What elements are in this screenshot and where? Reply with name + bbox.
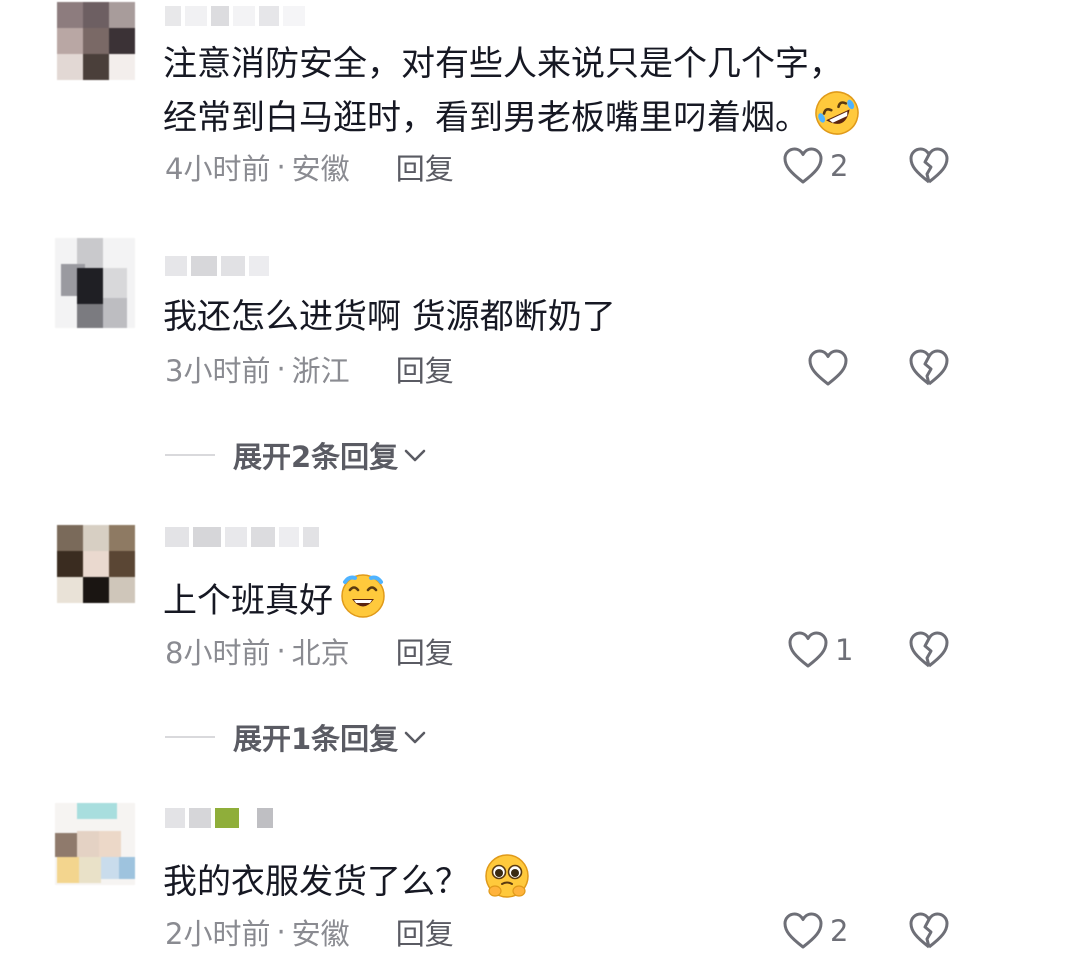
- expand-divider: [165, 454, 215, 456]
- comment-location: 浙江: [291, 354, 350, 388]
- reply-button[interactable]: 回复: [396, 911, 454, 953]
- comment-meta: 3小时前 · 浙江 回复: [165, 348, 454, 390]
- heart-outline-icon: [783, 147, 823, 184]
- dislike-button[interactable]: [908, 146, 950, 190]
- broken-heart-icon: [909, 631, 949, 668]
- comment-meta: 4小时前 · 安徽 回复: [165, 146, 454, 188]
- comment-location: 安徽: [291, 152, 350, 186]
- username-redacted[interactable]: [165, 808, 273, 828]
- comment-text-line: 我还怎么进货啊 货源都断奶了: [163, 297, 616, 337]
- comment-location: 北京: [291, 636, 350, 670]
- chevron-down-icon: [404, 449, 426, 462]
- avatar[interactable]: [55, 803, 135, 885]
- reply-button[interactable]: 回复: [396, 348, 454, 390]
- like-button[interactable]: 2: [782, 911, 848, 951]
- broken-heart-icon: [909, 147, 949, 184]
- username-redacted[interactable]: [165, 6, 305, 26]
- reply-button[interactable]: 回复: [396, 146, 454, 188]
- pleading-emoji-icon: [483, 851, 531, 915]
- like-button[interactable]: 1: [787, 630, 853, 670]
- expand-replies-label: 展开1条回复: [233, 722, 399, 756]
- avatar[interactable]: [55, 238, 135, 328]
- comment-text-line: 上个班真好: [163, 568, 389, 634]
- expand-replies-button[interactable]: 展开1条回复: [165, 716, 428, 758]
- comment-text-line: 注意消防安全，对有些人来说只是个几个字，: [163, 44, 843, 84]
- heart-outline-icon: [808, 349, 848, 386]
- comment-time: 8小时前: [165, 636, 271, 670]
- comment-time: 2小时前: [165, 917, 271, 951]
- like-button[interactable]: [807, 348, 855, 388]
- expand-divider: [165, 736, 215, 738]
- meta-separator: ·: [276, 915, 286, 949]
- expand-replies-button[interactable]: 展开2条回复: [165, 434, 428, 476]
- comment-text: 上个班真好: [163, 568, 389, 634]
- like-count: 2: [830, 914, 849, 948]
- avatar[interactable]: [57, 2, 135, 80]
- avatar[interactable]: [57, 525, 135, 603]
- crying-laugh-emoji-icon: [337, 568, 389, 634]
- comment-meta: 8小时前 · 北京 回复: [165, 630, 454, 672]
- comment-text-line: 经常到白马逛时，看到男老板嘴里叼着烟。: [163, 89, 861, 151]
- meta-separator: ·: [276, 150, 286, 184]
- like-count: 2: [830, 149, 849, 183]
- broken-heart-icon: [909, 912, 949, 949]
- meta-separator: ·: [276, 352, 286, 386]
- like-count: 1: [835, 633, 854, 667]
- dislike-button[interactable]: [908, 348, 950, 392]
- username-redacted[interactable]: [165, 527, 319, 547]
- dislike-button[interactable]: [908, 630, 950, 674]
- meta-separator: ·: [276, 634, 286, 668]
- comment-text: 注意消防安全，对有些人来说只是个几个字， 经常到白马逛时，看到男老板嘴里叼着烟。: [163, 39, 861, 151]
- dislike-button[interactable]: [908, 911, 950, 955]
- like-button[interactable]: 2: [782, 146, 848, 186]
- broken-heart-icon: [909, 349, 949, 386]
- heart-outline-icon: [788, 631, 828, 668]
- heart-outline-icon: [783, 912, 823, 949]
- comment-location: 安徽: [291, 917, 350, 951]
- rofl-emoji-icon: [813, 89, 861, 151]
- comment-text: 我的衣服发货了么？: [163, 851, 531, 915]
- expand-replies-label: 展开2条回复: [233, 440, 399, 474]
- comment-time: 3小时前: [165, 354, 271, 388]
- comment-text: 我还怎么进货啊 货源都断奶了: [163, 292, 616, 342]
- comment-time: 4小时前: [165, 152, 271, 186]
- chevron-down-icon: [404, 731, 426, 744]
- username-redacted[interactable]: [165, 256, 269, 276]
- comment-meta: 2小时前 · 安徽 回复: [165, 911, 454, 953]
- reply-button[interactable]: 回复: [396, 630, 454, 672]
- comment-text-line: 我的衣服发货了么？: [163, 851, 531, 915]
